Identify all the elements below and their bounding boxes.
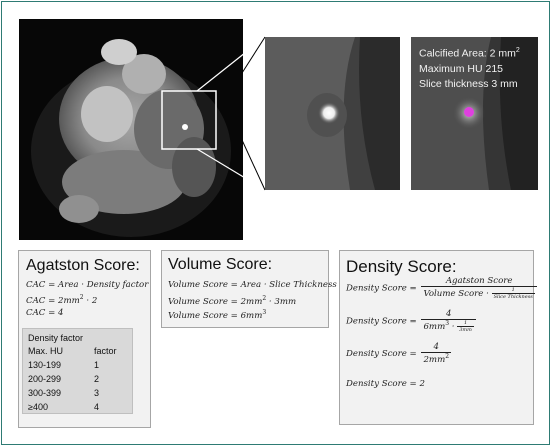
agatston-eq2: CAC = 2mm2 · 2 [26,294,97,306]
density-eq3-num: 4 [421,342,452,353]
overlay-info: Calcified Area: 2 mm2 Maximum HU 215 Sli… [419,43,520,92]
density-eq1-num: Agatston Score [421,276,537,287]
density-eq2-num: 4 [421,309,476,320]
row-hu: 300-399 [28,388,62,398]
volume-eq3-sup: 3 [262,309,267,316]
zoomed-calcification [265,37,400,190]
density-factor-table: Density factor Max. HU factor 130-199 1 … [22,328,133,414]
density-eq2-smallfrac: 1 3mm [457,320,474,333]
density-eq2-small-num: 1 [457,320,474,327]
density-eq1-frac: Agatston Score Volume Score · 1 Slice Thi… [421,276,537,300]
density-eq1: Density Score = Agatston Score Volume Sc… [346,276,539,300]
density-eq3-lhs: Density Score = [346,348,417,359]
col-max-hu: Max. HU [28,346,64,356]
density-eq1-den: Volume Score · 1 Slice Thickness [421,287,536,300]
agatston-eq2-a: CAC = 2mm [26,295,80,306]
volume-eq1: Volume Score = Area · Slice Thickness [168,280,337,290]
ct-zoom-image [265,37,400,190]
volume-eq3-a: Volume Score = 6mm [168,310,263,321]
density-eq3-den: 2mm2 [421,353,451,365]
volume-eq2-a: Volume Score = 2mm [168,296,263,307]
ct-axial-scan [19,19,243,240]
density-result: Density Score = 2 [346,379,425,389]
row-factor: 2 [94,374,100,384]
volume-eq2: Volume Score = 2mm2 · 3mm [168,295,296,307]
agatston-eq2-b: · 2 [83,295,98,306]
density-eq3: Density Score = 4 2mm2 [346,342,453,365]
volume-eq3: Volume Score = 6mm3 [168,309,266,321]
density-eq2: Density Score = 4 6mm3 · 1 3mm [346,309,478,333]
ct-overlay-image: Calcified Area: 2 mm2 Maximum HU 215 Sli… [411,37,538,190]
slice-thickness-text: Slice thickness 3 mm [419,77,518,90]
row-hu: 200-299 [28,374,62,384]
density-eq1-lhs: Density Score = [346,283,417,294]
density-table-title: Density factor [28,333,84,343]
agatston-eq1: CAC = Area · Density factor [26,280,149,290]
density-eq2-den-a: 6mm [423,322,446,332]
density-eq3-den-a: 2mm [423,354,446,365]
max-hu-text: Maximum HU 215 [419,62,504,75]
row-factor: 1 [94,360,100,370]
agatston-title: Agatston Score: [26,257,140,274]
row-factor: 3 [94,388,100,398]
calcified-area-text: Calcified Area: 2 mm [419,47,516,60]
row-hu: ≥400 [28,402,48,412]
density-eq3-den-sup: 2 [445,353,450,360]
density-eq2-den: 6mm3 · 1 3mm [421,320,475,333]
density-eq2-frac: 4 6mm3 · 1 3mm [421,309,476,333]
density-eq2-lhs: Density Score = [346,316,417,327]
ct-axial-image [19,19,243,240]
density-eq2-small-den: 3mm [459,327,472,333]
density-eq1-smallfrac: 1 Slice Thickness [491,287,535,300]
density-eq1-den-text: Volume Score · [423,289,489,299]
volume-title: Volume Score: [168,256,273,273]
col-factor: factor [94,346,117,356]
density-eq2-den-b: · [449,322,455,332]
density-eq3-frac: 4 2mm2 [421,342,452,365]
agatston-eq3: CAC = 4 [26,308,64,318]
density-eq1-small-num: 1 [491,287,535,294]
density-title: Density Score: [346,257,457,276]
volume-eq2-b: · 3mm [266,296,297,307]
row-hu: 130-199 [28,360,62,370]
row-factor: 4 [94,402,100,412]
density-eq1-small-den: Slice Thickness [493,294,533,300]
calcified-area-sup: 2 [515,47,520,54]
